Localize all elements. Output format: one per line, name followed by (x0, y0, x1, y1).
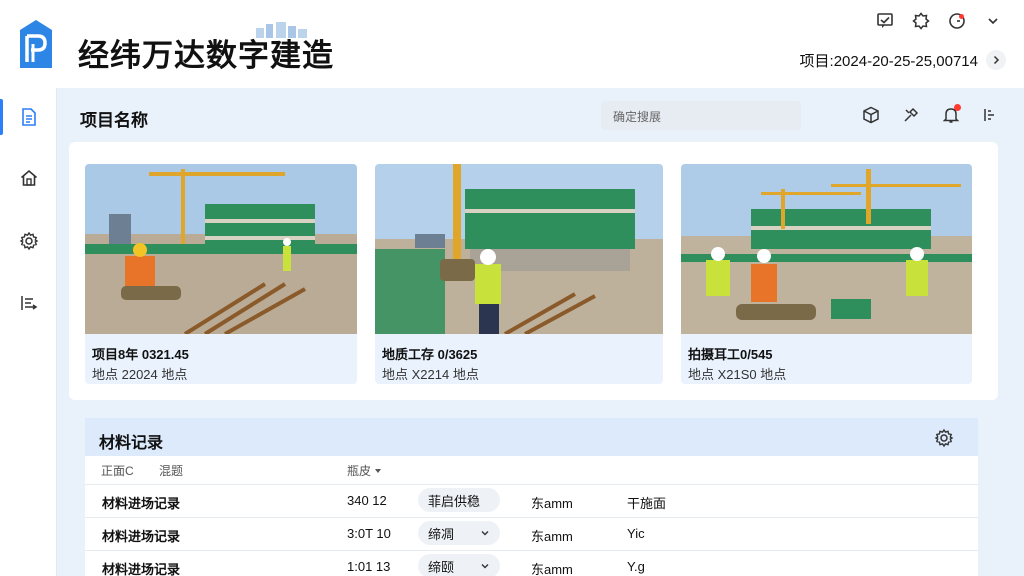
project-label: 项目:2024-20-25-25,00714 (799, 52, 978, 70)
table-row[interactable]: 材料进场记录 1:01 13 缔颐 东amm Y.g (85, 550, 978, 576)
search-input[interactable]: 确定搜展 (601, 101, 801, 130)
notification-dot (954, 104, 961, 111)
project-selector[interactable]: 项目:2024-20-25-25,00714 (800, 47, 1006, 73)
photo-location: 地点 X21S0 地点 (688, 367, 787, 382)
home-icon (20, 169, 37, 186)
row-spec: 东amm (531, 496, 573, 511)
toolbar-actions (860, 104, 1002, 126)
settings-badge-icon[interactable] (910, 10, 932, 32)
list-sort-icon (20, 296, 37, 310)
status-label: 菲启供稳 (428, 493, 481, 509)
caret-down-icon (375, 469, 382, 473)
user-status-icon[interactable] (946, 10, 968, 32)
photo-caption: 地质工存 0/3625 (382, 347, 478, 362)
column-header-sortable[interactable]: 瓶皮 (347, 462, 382, 479)
photo-card[interactable]: 项目8年 0321.45 地点 22024 地点 (85, 164, 357, 384)
sidebar (0, 88, 57, 576)
tools-icon[interactable] (900, 104, 922, 126)
gear-icon (19, 231, 38, 251)
site-photos-panel: 项目8年 0321.45 地点 22024 地点 地质工存 0/3625 地点 … (69, 142, 998, 400)
status-label: 缔颐 (428, 559, 455, 575)
document-icon (21, 108, 36, 126)
records-title: 材料记录 (99, 435, 164, 452)
sidebar-item-home[interactable] (0, 158, 57, 198)
row-note: 干施面 (627, 496, 667, 511)
skyline-decoration (256, 22, 307, 38)
table-row[interactable]: 材料进场记录 340 12 菲启供稳 东amm 干施面 (85, 484, 978, 514)
row-note: Y.g (627, 559, 645, 574)
photo-location: 地点 X2214 地点 (382, 367, 479, 382)
message-check-icon[interactable] (874, 10, 896, 32)
filter-sort-icon[interactable] (980, 104, 1002, 126)
row-quantity: 3:0T 10 (347, 526, 391, 541)
status-pill[interactable]: 菲启供稳 (418, 488, 500, 512)
construction-site-photo (85, 164, 357, 334)
records-header: 材料记录 (85, 418, 978, 456)
row-quantity: 1:01 13 (347, 559, 391, 574)
table-row[interactable]: 材料进场记录 3:0T 10 缔凋 东amm Yic (85, 517, 978, 547)
sidebar-item-list[interactable] (0, 283, 57, 323)
column-header[interactable]: 混题 (159, 462, 183, 479)
photo-card[interactable]: 地质工存 0/3625 地点 X2214 地点 (375, 164, 663, 384)
row-name: 材料进场记录 (102, 496, 181, 511)
photo-caption: 项目8年 0321.45 (92, 347, 189, 362)
sidebar-item-documents[interactable] (0, 97, 57, 137)
construction-site-photo (681, 164, 972, 334)
photo-card[interactable]: 拍摄耳工0/545 地点 X21S0 地点 (681, 164, 972, 384)
material-records-table: 材料记录 正面C 混题 瓶皮 材料进场记录 340 12 菲启供稳 东amm 干… (85, 418, 978, 576)
row-note: Yic (627, 526, 645, 541)
bell-icon[interactable] (940, 104, 962, 126)
photo-location: 地点 22024 地点 (92, 367, 188, 382)
status-dropdown[interactable]: 缔凋 (418, 521, 500, 545)
page-title: 项目名称 (80, 111, 148, 130)
photo-caption: 拍摄耳工0/545 (688, 347, 773, 362)
row-quantity: 340 12 (347, 493, 387, 508)
sidebar-item-settings[interactable] (0, 221, 57, 261)
chevron-down-icon[interactable] (982, 10, 1004, 32)
chevron-down-icon (481, 564, 489, 569)
row-spec: 东amm (531, 562, 573, 576)
gear-icon[interactable] (934, 428, 954, 448)
status-label: 缔凋 (428, 526, 455, 542)
status-dropdown[interactable]: 缔颐 (418, 554, 500, 576)
row-name: 材料进场记录 (102, 529, 181, 544)
column-header[interactable]: 正面C (101, 462, 134, 479)
app-logo (20, 20, 52, 68)
app-header: 经纬万达数字建造 项目:2024-20-25-25,00714 (0, 0, 1024, 88)
row-spec: 东amm (531, 529, 573, 544)
column-header-label: 瓶皮 (347, 464, 372, 478)
construction-site-photo (375, 164, 663, 334)
chevron-down-icon (481, 531, 489, 536)
row-name: 材料进场记录 (102, 562, 181, 576)
header-actions (874, 10, 1004, 32)
cube-icon[interactable] (860, 104, 882, 126)
chevron-right-icon (986, 50, 1006, 70)
